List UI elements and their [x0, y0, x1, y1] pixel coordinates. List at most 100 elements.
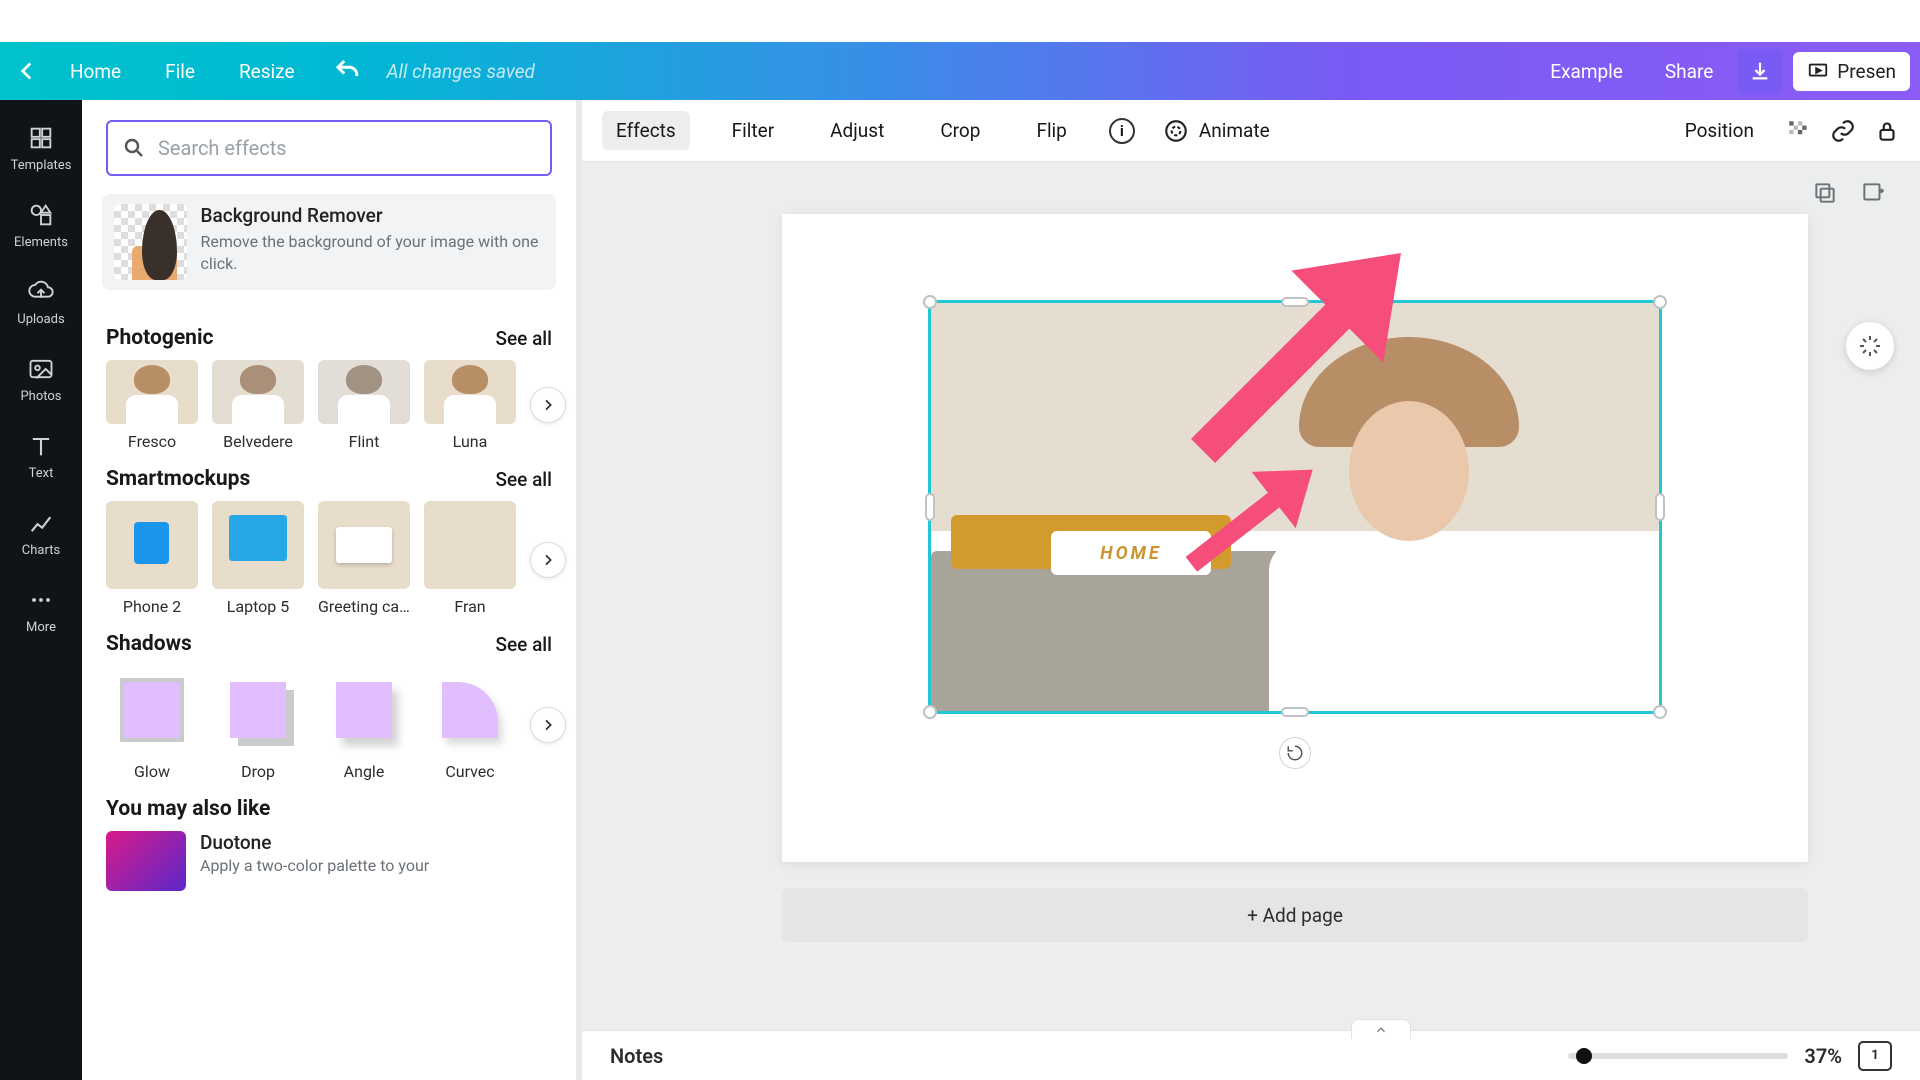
sparkle-icon: [1858, 334, 1882, 358]
effects-panel: Background Remover Remove the background…: [82, 100, 582, 1080]
shadows-item[interactable]: Glow: [106, 666, 198, 781]
selected-image[interactable]: [928, 300, 1662, 714]
rotate-handle[interactable]: [1279, 737, 1311, 769]
zoom-value[interactable]: 37%: [1804, 1044, 1842, 1068]
search-effects[interactable]: [106, 120, 552, 176]
bg-remover-desc: Remove the background of your image with…: [201, 231, 544, 274]
templates-icon: [27, 124, 55, 152]
download-button[interactable]: [1737, 49, 1783, 93]
rail-photos[interactable]: Photos: [0, 341, 82, 418]
example-button[interactable]: Example: [1532, 50, 1641, 93]
more-icon: [27, 586, 55, 614]
browser-chrome-gap: [0, 0, 1920, 42]
info-icon[interactable]: i: [1109, 118, 1135, 144]
add-page-icon[interactable]: [1860, 180, 1886, 206]
download-icon: [1749, 60, 1771, 82]
shadows-item[interactable]: Angle: [318, 666, 410, 781]
photogenic-see-all[interactable]: See all: [495, 327, 552, 350]
quick-actions-button[interactable]: [1846, 322, 1894, 370]
left-nav-rail: Templates Elements Uploads Photos Text C…: [0, 100, 82, 1080]
shadows-heading: Shadows: [106, 632, 192, 656]
resize-handle[interactable]: [1653, 295, 1667, 309]
rail-photos-label: Photos: [20, 389, 61, 404]
smartmockups-item[interactable]: Greeting car...: [318, 501, 410, 616]
photogenic-item[interactable]: Luna: [424, 360, 516, 451]
photogenic-scroll-right[interactable]: [530, 387, 566, 423]
resize-handle[interactable]: [1281, 297, 1309, 307]
duotone-thumb: [106, 831, 186, 891]
smartmockups-item[interactable]: Laptop 5: [212, 501, 304, 616]
lock-icon[interactable]: [1874, 118, 1900, 144]
image-content: [1229, 331, 1589, 711]
photogenic-heading: Photogenic: [106, 326, 213, 350]
chevron-right-icon: [540, 552, 556, 568]
shadows-scroll-right[interactable]: [530, 707, 566, 743]
top-menu-bar: Home File Resize All changes saved Examp…: [0, 42, 1920, 100]
also-like-heading: You may also like: [106, 797, 270, 821]
present-button[interactable]: Presen: [1793, 52, 1910, 91]
effects-tab[interactable]: Effects: [602, 111, 690, 150]
resize-handle[interactable]: [923, 295, 937, 309]
smartmockups-scroll-right[interactable]: [530, 542, 566, 578]
back-icon[interactable]: [14, 58, 40, 84]
text-icon: [27, 432, 55, 460]
link-icon[interactable]: [1830, 118, 1856, 144]
filter-tab[interactable]: Filter: [718, 111, 788, 150]
bg-remover-thumb: [114, 204, 187, 280]
search-icon: [122, 136, 146, 160]
save-status: All changes saved: [387, 60, 535, 83]
zoom-slider[interactable]: [1568, 1053, 1788, 1059]
rail-charts-label: Charts: [22, 543, 60, 558]
shadows-see-all[interactable]: See all: [495, 633, 552, 656]
canvas-viewport[interactable]: + Add page: [582, 162, 1920, 1030]
smartmockups-item[interactable]: Phone 2: [106, 501, 198, 616]
rail-charts[interactable]: Charts: [0, 495, 82, 572]
zoom-thumb[interactable]: [1576, 1048, 1592, 1064]
animate-button[interactable]: Animate: [1163, 118, 1270, 144]
status-bar: Notes 37% 1: [582, 1030, 1920, 1080]
flip-tab[interactable]: Flip: [1022, 111, 1080, 150]
home-button[interactable]: Home: [48, 60, 143, 83]
shadows-item[interactable]: Drop: [212, 666, 304, 781]
search-input[interactable]: [158, 136, 536, 160]
charts-icon: [27, 509, 55, 537]
rail-text[interactable]: Text: [0, 418, 82, 495]
shadows-item[interactable]: Curvec: [424, 666, 516, 781]
rail-more[interactable]: More: [0, 572, 82, 649]
adjust-tab[interactable]: Adjust: [816, 111, 898, 150]
photogenic-item[interactable]: Belvedere: [212, 360, 304, 451]
duotone-card[interactable]: Duotone Apply a two-color palette to you…: [106, 831, 552, 891]
resize-menu[interactable]: Resize: [217, 60, 317, 83]
resize-handle[interactable]: [1653, 705, 1667, 719]
resize-handle[interactable]: [925, 493, 935, 521]
rail-uploads[interactable]: Uploads: [0, 264, 82, 341]
smartmockups-see-all[interactable]: See all: [495, 468, 552, 491]
position-button[interactable]: Position: [1671, 111, 1768, 150]
photogenic-item[interactable]: Flint: [318, 360, 410, 451]
rotate-icon: [1286, 744, 1304, 762]
resize-handle[interactable]: [1655, 493, 1665, 521]
image-toolbar: Effects Filter Adjust Crop Flip i Animat…: [582, 100, 1920, 162]
notes-drawer-toggle[interactable]: [1351, 1019, 1411, 1039]
crop-tab[interactable]: Crop: [926, 111, 994, 150]
duplicate-page-icon[interactable]: [1812, 180, 1838, 206]
page-count-button[interactable]: 1: [1858, 1041, 1892, 1071]
resize-handle[interactable]: [923, 705, 937, 719]
photogenic-item[interactable]: Fresco: [106, 360, 198, 451]
present-label: Presen: [1837, 60, 1896, 83]
notes-button[interactable]: Notes: [610, 1044, 663, 1068]
chevron-up-icon: [1374, 1023, 1388, 1037]
add-page-button[interactable]: + Add page: [782, 888, 1808, 942]
resize-handle[interactable]: [1281, 707, 1309, 717]
undo-icon[interactable]: [333, 56, 363, 86]
smartmockups-item[interactable]: Fran: [424, 501, 516, 616]
background-remover-card[interactable]: Background Remover Remove the background…: [102, 194, 556, 290]
file-menu[interactable]: File: [143, 60, 217, 83]
rail-templates[interactable]: Templates: [0, 110, 82, 187]
rail-elements[interactable]: Elements: [0, 187, 82, 264]
editor-area: Effects Filter Adjust Crop Flip i Animat…: [582, 100, 1920, 1080]
transparency-icon[interactable]: [1786, 118, 1812, 144]
present-icon: [1807, 60, 1829, 82]
share-button[interactable]: Share: [1647, 50, 1731, 93]
bg-remover-title: Background Remover: [201, 204, 544, 227]
